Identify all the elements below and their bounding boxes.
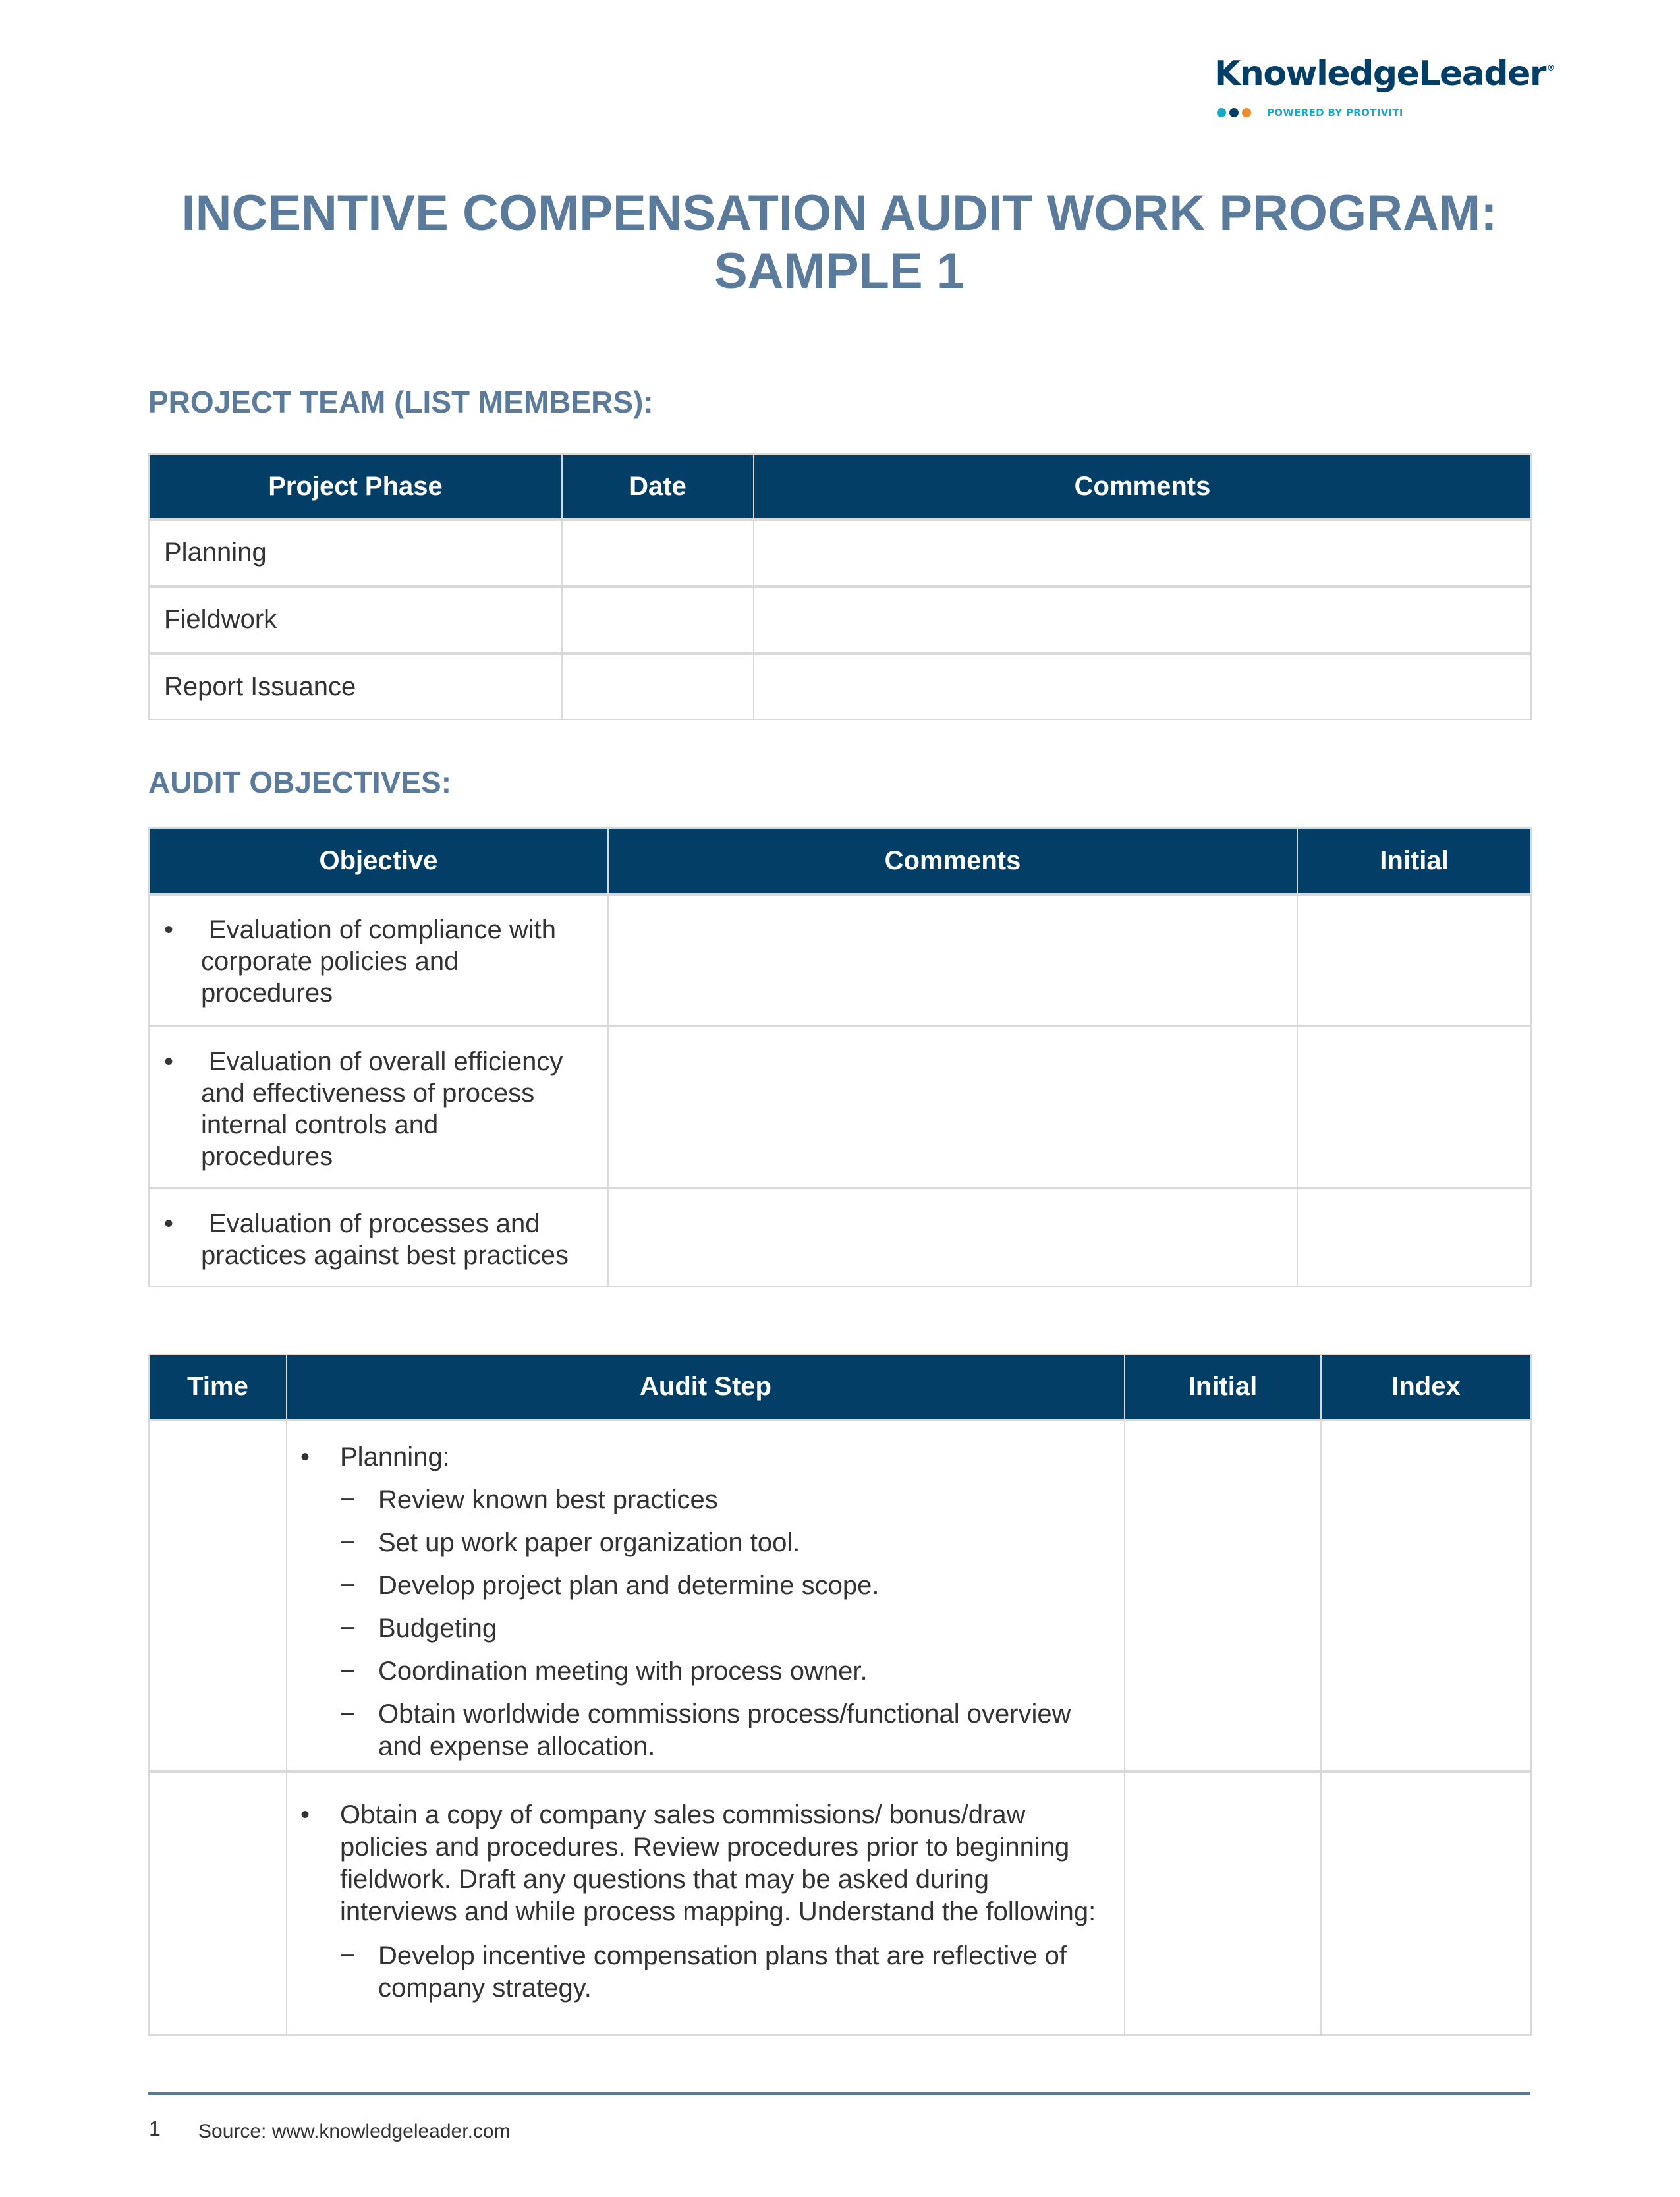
time-cell[interactable] [148, 1769, 287, 2036]
logo-dots-icon [1217, 108, 1251, 117]
time-cell[interactable] [148, 1418, 287, 1772]
footer-source: Source: www.knowledgeleader.com [198, 2121, 511, 2142]
comments-cell[interactable] [607, 892, 1298, 1027]
objective-line: Evaluation of overall efficiency [209, 1046, 563, 1076]
table-header-row: Time Audit Step Initial Index [148, 1354, 1532, 1421]
logo-tagline: POWERED BY PROTIVITI [1267, 107, 1403, 119]
page-title: INCENTIVE COMPENSATION AUDIT WORK PROGRA… [148, 185, 1530, 300]
bullet-icon: • [164, 915, 174, 944]
page-number: 1 [149, 2117, 161, 2140]
column-header-project-phase: Project Phase [148, 453, 563, 520]
bullet-icon: • [164, 1209, 174, 1238]
comments-cell[interactable] [607, 1024, 1298, 1189]
phase-cell: Planning [148, 517, 563, 587]
dash-icon: − [340, 1656, 356, 1686]
column-header-time: Time [148, 1354, 287, 1421]
page-title-line-2: SAMPLE 1 [714, 243, 965, 299]
index-cell[interactable] [1320, 1769, 1532, 2036]
sub-step: − Obtain worldwide commissions process/fu… [340, 1699, 1071, 1761]
phase-cell: Report Issuance [148, 652, 563, 720]
initial-cell[interactable] [1297, 892, 1532, 1027]
footer-divider [148, 2092, 1530, 2095]
dash-icon: − [340, 1570, 356, 1600]
column-header-index: Index [1320, 1354, 1532, 1421]
dash-icon: − [340, 1485, 356, 1514]
table-row: • Evaluation of compliance with corporat… [148, 892, 1532, 1027]
column-header-comments: Comments [607, 827, 1298, 895]
comments-cell[interactable] [753, 517, 1532, 587]
sub-step: − Develop incentive compensation plans th… [340, 1941, 1067, 2003]
table-header-row: Project Phase Date Comments [148, 453, 1532, 520]
audit-step-cell: • Obtain a copy of company sales commiss… [286, 1769, 1125, 2036]
objective-line: internal controls and [201, 1110, 439, 1139]
audit-steps-table: Time Audit Step Initial Index • Planning… [148, 1354, 1532, 2036]
bullet-icon: • [164, 1046, 174, 1076]
table-row: • Obtain a copy of company sales commiss… [148, 1769, 1532, 2036]
objective-line: practices against best practices [201, 1240, 569, 1270]
table-row: Fieldwork [148, 585, 1532, 654]
objective-line: procedures [201, 1141, 333, 1171]
initial-cell[interactable] [1297, 1186, 1532, 1287]
comments-cell[interactable] [607, 1186, 1298, 1287]
table-row: • Evaluation of processes and practices … [148, 1186, 1532, 1287]
audit-step-text: Obtain a copy of company sales commissio… [340, 1800, 1096, 1926]
initial-cell[interactable] [1124, 1418, 1322, 1772]
objective-cell: • Evaluation of compliance with corporat… [148, 892, 609, 1027]
column-header-initial: Initial [1124, 1354, 1322, 1421]
audit-objectives-table: Objective Comments Initial • Evaluation … [148, 827, 1532, 1287]
table-row: • Evaluation of overall efficiency and e… [148, 1024, 1532, 1189]
objective-line: and effectiveness of process [201, 1078, 535, 1108]
sub-step: − Coordination meeting with process owner… [340, 1655, 1111, 1688]
objective-cell: • Evaluation of processes and practices … [148, 1186, 609, 1287]
project-team-heading: PROJECT TEAM (LIST MEMBERS): [148, 385, 654, 419]
audit-step-text: Planning: [340, 1442, 450, 1471]
audit-objectives-heading: AUDIT OBJECTIVES: [148, 765, 452, 799]
date-cell[interactable] [561, 652, 754, 720]
objective-line: corporate policies and [201, 946, 459, 976]
date-cell[interactable] [561, 585, 754, 654]
column-header-objective: Objective [148, 827, 609, 895]
bullet-icon: • [300, 1442, 310, 1471]
sub-step: − Develop project plan and determine scop… [340, 1570, 1111, 1602]
logo-dot-navy [1229, 108, 1239, 117]
objective-line: Evaluation of compliance with [209, 915, 556, 944]
objective-line: procedures [201, 978, 333, 1008]
audit-step-cell: • Planning: − Review known best practices… [286, 1418, 1125, 1772]
sub-step: − Budgeting [340, 1612, 1111, 1645]
objective-cell: • Evaluation of overall efficiency and e… [148, 1024, 609, 1189]
comments-cell[interactable] [753, 585, 1532, 654]
index-cell[interactable] [1320, 1418, 1532, 1772]
date-cell[interactable] [561, 517, 754, 587]
initial-cell[interactable] [1124, 1769, 1322, 2036]
logo-dot-orange [1242, 108, 1251, 117]
phase-cell: Fieldwork [148, 585, 563, 654]
dash-icon: − [340, 1699, 356, 1728]
table-row: Planning [148, 517, 1532, 587]
logo-wordmark: KnowledgeLeader [1214, 54, 1547, 94]
table-row: Report Issuance [148, 652, 1532, 720]
column-header-audit-step: Audit Step [286, 1354, 1125, 1421]
project-team-table: Project Phase Date Comments Planning Fie… [148, 453, 1532, 720]
knowledgeleader-logo: KnowledgeLeader ® POWERED BY PROTIVITI [1214, 54, 1555, 127]
sub-step: − Review known best practices [340, 1484, 1111, 1516]
column-header-initial: Initial [1297, 827, 1532, 895]
dash-icon: − [340, 1527, 356, 1557]
table-header-row: Objective Comments Initial [148, 827, 1532, 895]
dash-icon: − [340, 1941, 356, 1970]
initial-cell[interactable] [1297, 1024, 1532, 1189]
bullet-icon: • [300, 1800, 310, 1829]
table-row: • Planning: − Review known best practices… [148, 1418, 1532, 1772]
page-title-line-1: INCENTIVE COMPENSATION AUDIT WORK PROGRA… [181, 185, 1498, 241]
sub-step: − Set up work paper organization tool. [340, 1527, 1111, 1559]
comments-cell[interactable] [753, 652, 1532, 720]
column-header-comments: Comments [753, 453, 1532, 520]
objective-line: Evaluation of processes and [209, 1209, 540, 1238]
dash-icon: − [340, 1613, 356, 1643]
column-header-date: Date [561, 453, 754, 520]
logo-dot-teal [1217, 108, 1226, 117]
registered-mark: ® [1547, 63, 1555, 72]
